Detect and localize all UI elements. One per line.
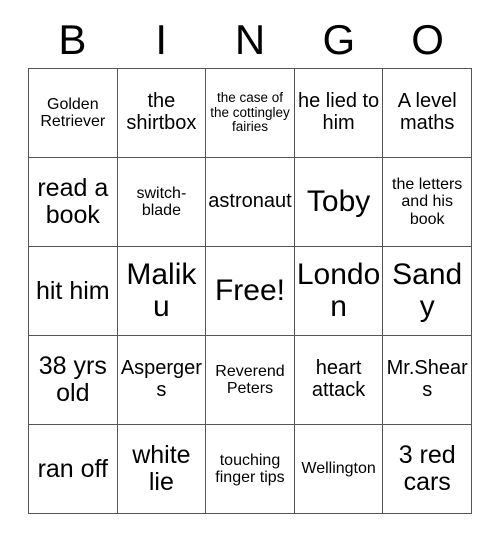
bingo-cell-label: Aspergers <box>120 357 202 401</box>
bingo-cell[interactable]: Maliku <box>117 247 207 336</box>
bingo-cell[interactable]: switch-blade <box>117 158 207 247</box>
bingo-cell-label: 38 yrs old <box>38 352 107 407</box>
bingo-header: B I N G O <box>28 14 472 66</box>
bingo-cell-label: the letters and his book <box>392 176 463 228</box>
bingo-cell[interactable]: touching finger tips <box>206 425 295 514</box>
bingo-cell[interactable]: A level maths <box>383 69 472 158</box>
bingo-cell-label: the shirtbox <box>126 90 197 134</box>
bingo-cell-label: Wellington <box>301 460 376 478</box>
bingo-cell[interactable]: 38 yrs old <box>29 336 118 425</box>
bingo-cell[interactable]: heart attack <box>294 336 384 425</box>
bingo-cell[interactable]: Reverend Peters <box>206 336 295 425</box>
header-letter-b: B <box>58 16 87 63</box>
bingo-cell-label: he lied to him <box>298 90 380 134</box>
bingo-cell[interactable]: the case of the cottingley fairies <box>206 69 295 158</box>
bingo-cell-label: hit him <box>35 276 110 305</box>
bingo-cell-label: Golden Retriever <box>40 95 106 130</box>
bingo-cell[interactable]: read a book <box>29 158 118 247</box>
bingo-cell-label: astronaut <box>208 190 292 213</box>
bingo-cell[interactable]: the shirtbox <box>117 69 207 158</box>
bingo-cell-label: 3 red cars <box>398 441 456 496</box>
bingo-cell[interactable]: Toby <box>294 158 384 247</box>
bingo-free-space[interactable]: Free! <box>206 247 295 336</box>
bingo-cell-label: Mr.Shears <box>386 357 468 401</box>
bingo-cell-label: Toby <box>306 184 371 218</box>
bingo-cell[interactable]: Wellington <box>294 425 384 514</box>
bingo-cell-label: Free! <box>214 273 285 307</box>
bingo-cell-label: Sandy <box>392 257 463 323</box>
bingo-cell-label: read a book <box>37 174 109 229</box>
header-letter-n: N <box>234 16 266 63</box>
bingo-cell[interactable]: astronaut <box>206 158 295 247</box>
header-letter-o: O <box>411 16 444 63</box>
bingo-cell-label: Reverend Peters <box>215 362 285 397</box>
bingo-cell-label: Maliku <box>126 257 197 323</box>
bingo-cell-label: touching finger tips <box>215 451 285 486</box>
bingo-cell-label: white lie <box>132 441 191 496</box>
bingo-cell[interactable]: 3 red cars <box>383 425 472 514</box>
bingo-cell[interactable]: Golden Retriever <box>29 69 118 158</box>
bingo-cell-label: London <box>296 257 381 323</box>
bingo-cell[interactable]: ran off <box>29 425 118 514</box>
bingo-cell-label: switch-blade <box>136 184 187 219</box>
bingo-cell[interactable]: the letters and his book <box>383 158 472 247</box>
bingo-card: B I N G O Golden Retriever the shirtbox th… <box>0 0 500 544</box>
bingo-cell-label: A level maths <box>397 90 457 134</box>
bingo-cell-label: the case of the cottingley fairies <box>210 90 290 135</box>
bingo-cell[interactable]: Aspergers <box>117 336 207 425</box>
bingo-cell-label: ran off <box>37 454 109 483</box>
header-letter-i: I <box>155 16 168 63</box>
bingo-cell[interactable]: Sandy <box>383 247 472 336</box>
bingo-cell[interactable]: London <box>294 247 384 336</box>
bingo-cell[interactable]: hit him <box>29 247 118 336</box>
bingo-cell[interactable]: Mr.Shears <box>383 336 472 425</box>
bingo-grid: Golden Retriever the shirtbox the case of … <box>28 68 472 514</box>
header-letter-g: G <box>322 16 356 63</box>
bingo-cell-label: heart attack <box>311 357 366 401</box>
bingo-cell[interactable]: white lie <box>117 425 207 514</box>
bingo-cell[interactable]: he lied to him <box>294 69 384 158</box>
